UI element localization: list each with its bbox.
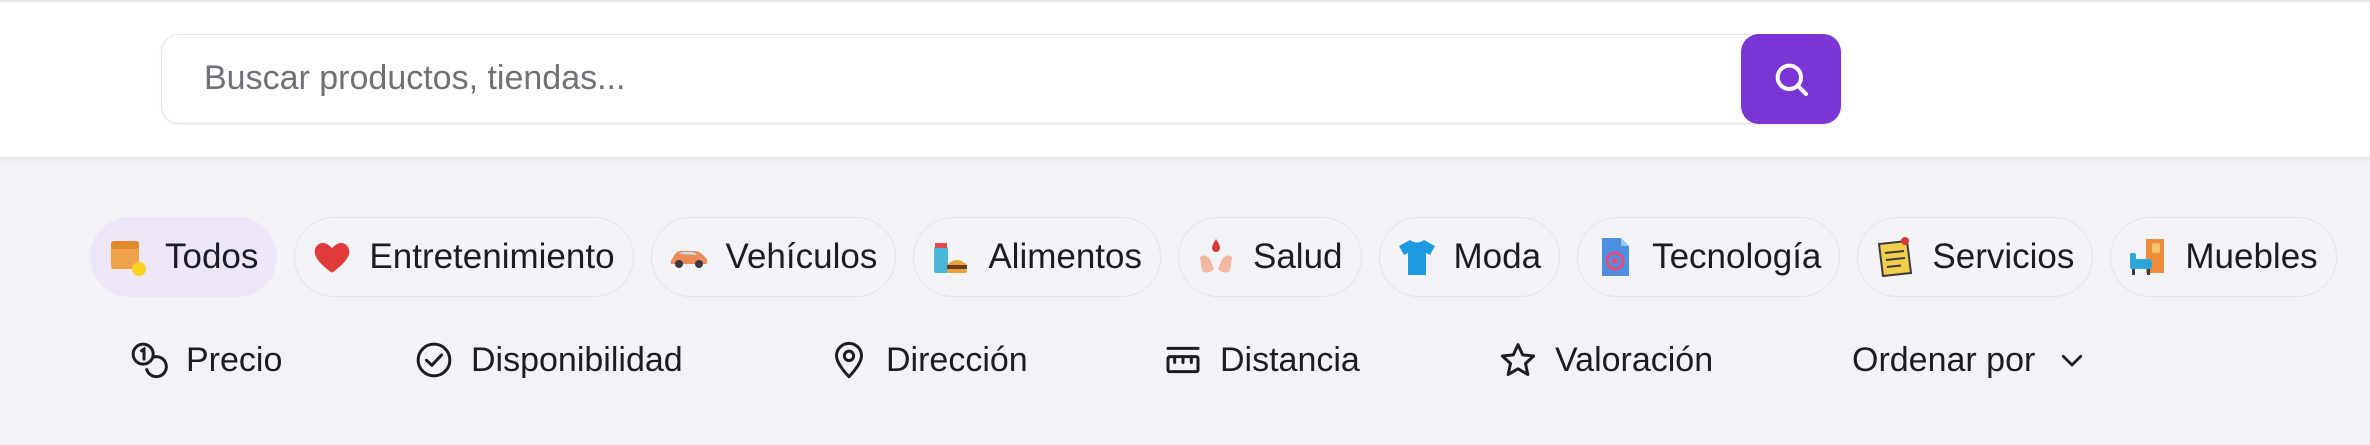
filter-bar: Precio Disponibilidad Dirección Distanci…: [0, 325, 2370, 395]
category-label: Alimentos: [988, 237, 1142, 276]
category-chip-todos[interactable]: Todos: [90, 217, 278, 297]
filter-label: Distancia: [1220, 340, 1360, 379]
health-icon: [1193, 234, 1239, 280]
search-input[interactable]: [162, 35, 1742, 122]
tech-icon: [1592, 234, 1638, 280]
category-label: Muebles: [2185, 237, 2318, 276]
filter-label: Disponibilidad: [471, 340, 683, 379]
category-label: Entretenimiento: [369, 237, 615, 276]
category-label: Servicios: [1932, 237, 2075, 276]
category-chip-moda[interactable]: Moda: [1378, 217, 1561, 297]
category-label: Salud: [1253, 237, 1343, 276]
category-label: Moda: [1453, 237, 1542, 276]
tshirt-icon: [1394, 234, 1440, 280]
all-categories-icon: [105, 234, 151, 280]
car-icon: [666, 234, 712, 280]
chevron-down-icon: [2057, 345, 2087, 375]
price-icon: [128, 339, 170, 381]
category-label: Todos: [165, 237, 259, 276]
category-chips: Todos Entretenimiento Vehículos Alimento…: [90, 217, 2337, 297]
search-icon: [1775, 63, 1808, 96]
category-chip-alimentos[interactable]: Alimentos: [913, 217, 1161, 297]
filter-precio[interactable]: Precio: [128, 325, 282, 395]
filter-disponibilidad[interactable]: Disponibilidad: [413, 325, 683, 395]
furniture-icon: [2125, 234, 2171, 280]
category-chip-muebles[interactable]: Muebles: [2110, 217, 2337, 297]
sort-dropdown[interactable]: Ordenar por: [1852, 325, 2087, 395]
filter-label: Valoración: [1555, 340, 1714, 379]
heart-icon: [309, 234, 355, 280]
food-icon: [928, 234, 974, 280]
location-pin-icon: [828, 339, 870, 381]
category-label: Vehículos: [725, 237, 878, 276]
star-icon: [1497, 339, 1539, 381]
category-chip-servicios[interactable]: Servicios: [1857, 217, 2094, 297]
category-chip-vehiculos[interactable]: Vehículos: [650, 217, 897, 297]
header-bar: [0, 0, 2370, 157]
filter-label: Dirección: [886, 340, 1028, 379]
search-button[interactable]: [1741, 33, 1841, 124]
notepad-icon: [1872, 234, 1918, 280]
search-bar: [161, 33, 1841, 124]
ruler-icon: [1162, 339, 1204, 381]
category-chip-salud[interactable]: Salud: [1178, 217, 1362, 297]
filter-distancia[interactable]: Distancia: [1162, 325, 1360, 395]
filter-valoracion[interactable]: Valoración: [1497, 325, 1713, 395]
category-label: Tecnología: [1652, 237, 1822, 276]
category-chip-tecnologia[interactable]: Tecnología: [1577, 217, 1841, 297]
check-circle-icon: [413, 339, 455, 381]
filter-label: Ordenar por: [1852, 340, 2036, 379]
filter-direccion[interactable]: Dirección: [828, 325, 1028, 395]
filter-label: Precio: [186, 340, 283, 379]
category-chip-entretenimiento[interactable]: Entretenimiento: [294, 217, 634, 297]
